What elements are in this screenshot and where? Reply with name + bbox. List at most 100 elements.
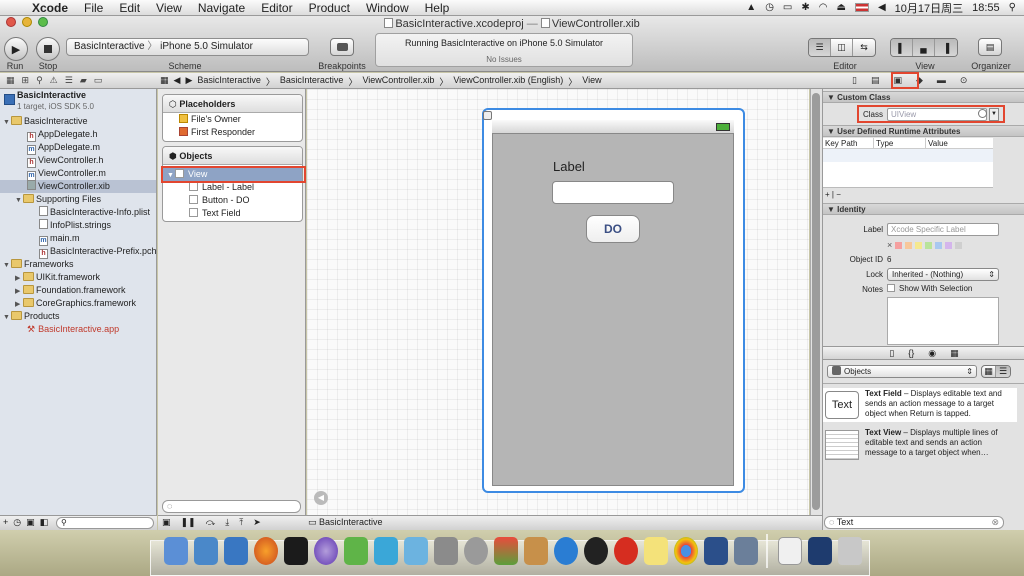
outline-toggle-icon[interactable]: ◀ bbox=[314, 491, 328, 505]
outline-filter-input[interactable]: ◌ bbox=[162, 500, 301, 513]
show-with-selection[interactable]: Show With Selection bbox=[887, 284, 972, 293]
chrome-icon[interactable] bbox=[674, 537, 698, 565]
time-machine-icon[interactable]: ◷ bbox=[765, 2, 774, 14]
close-window-button[interactable] bbox=[6, 17, 16, 27]
outline-item-label[interactable]: Label - Label bbox=[163, 181, 302, 194]
file-inspector-icon[interactable]: ▯ bbox=[852, 75, 857, 86]
iphone-view[interactable] bbox=[492, 120, 734, 486]
list-item[interactable]: ▶ CoreGraphics.framework bbox=[0, 297, 156, 310]
canvas-scroll-thumb[interactable] bbox=[812, 93, 820, 510]
ui-do-button[interactable]: DO bbox=[586, 215, 640, 243]
view-close-handle[interactable] bbox=[483, 111, 492, 120]
project-navigator-icon[interactable]: ▦ bbox=[6, 75, 15, 86]
menubar-time[interactable]: 18:55 bbox=[972, 2, 1000, 14]
list-item[interactable]: m main.m bbox=[0, 232, 156, 246]
color-swatch[interactable] bbox=[895, 241, 903, 249]
identity-inspector-icon[interactable]: ▣ bbox=[893, 75, 902, 86]
list-item[interactable]: m AppDelegate.m bbox=[0, 141, 156, 155]
activity-monitor-icon[interactable] bbox=[704, 537, 728, 565]
show-with-selection-checkbox[interactable] bbox=[887, 284, 895, 292]
organizer-button[interactable]: ▤ bbox=[978, 38, 1002, 56]
outline-item-first-responder[interactable]: First Responder bbox=[163, 126, 302, 139]
breakpoints-button[interactable] bbox=[330, 38, 354, 56]
minimize-window-button[interactable] bbox=[22, 17, 32, 27]
list-item[interactable]: BasicInteractive-Info.plist bbox=[0, 206, 156, 219]
list-item[interactable]: h AppDelegate.h bbox=[0, 128, 156, 142]
document-icon[interactable] bbox=[778, 537, 802, 565]
runtime-attributes-header[interactable]: ▼ User Defined Runtime Attributes bbox=[823, 125, 1024, 137]
version-editor-icon[interactable]: ⇆ bbox=[853, 39, 875, 56]
lock-popup[interactable]: Inherited - (Nothing) ⇕ bbox=[887, 268, 999, 281]
list-item[interactable]: m ViewController.m bbox=[0, 167, 156, 181]
outline-item-view[interactable]: ▼ View bbox=[163, 168, 302, 181]
identity-header[interactable]: ▼ Identity bbox=[823, 203, 1024, 215]
outline-item-textfield[interactable]: Text Field bbox=[163, 207, 302, 220]
related-items-icon[interactable]: ▦ bbox=[160, 75, 169, 88]
assistant-editor-icon[interactable]: ◫ bbox=[831, 39, 853, 56]
color-swatch[interactable] bbox=[955, 241, 963, 249]
terminal-icon[interactable] bbox=[284, 537, 308, 565]
ui-label[interactable]: Label bbox=[553, 159, 585, 174]
remove-icon[interactable]: − bbox=[836, 190, 841, 199]
list-view-icon[interactable]: ☰ bbox=[996, 366, 1010, 377]
volume-icon[interactable]: ◀ bbox=[878, 2, 886, 14]
breadcrumb-item[interactable]: ViewController.xib bbox=[362, 75, 434, 88]
scheme-popup[interactable]: BasicInteractive 〉 iPhone 5.0 Simulator bbox=[66, 38, 309, 56]
navigator-search-input[interactable]: ⚲ bbox=[56, 517, 154, 529]
bell-icon[interactable]: ▲ bbox=[746, 2, 756, 14]
debug-navigator-icon[interactable]: ☰ bbox=[65, 75, 73, 86]
eclipse-icon[interactable] bbox=[314, 537, 338, 565]
size-inspector-icon[interactable]: ▬ bbox=[937, 75, 946, 86]
notes-textarea[interactable] bbox=[887, 297, 999, 345]
list-item-selected[interactable]: ViewController.xib bbox=[0, 180, 156, 193]
hide-debug-icon[interactable]: ▣ bbox=[162, 517, 171, 528]
library-filter-input[interactable]: ◌ Text ⊗ bbox=[824, 516, 1004, 529]
forward-icon[interactable]: ▶ bbox=[185, 75, 192, 88]
opera-icon[interactable] bbox=[614, 537, 638, 565]
issue-navigator-icon[interactable]: ⚠ bbox=[50, 75, 58, 86]
coffee-app-icon[interactable] bbox=[524, 537, 548, 565]
library-item-text-view[interactable]: Text View – Displays multiple lines of e… bbox=[823, 427, 1017, 465]
display-icon[interactable]: ▭ bbox=[783, 2, 792, 14]
icon-view-icon[interactable]: ▦ bbox=[982, 366, 996, 377]
custom-class-header[interactable]: ▼ Custom Class bbox=[823, 91, 1024, 103]
file-template-library-icon[interactable]: ▯ bbox=[889, 347, 894, 359]
breadcrumb-item[interactable]: BasicInteractive bbox=[280, 75, 344, 88]
system-preferences-icon[interactable] bbox=[434, 537, 458, 565]
list-item[interactable]: ▼ Supporting Files bbox=[0, 193, 156, 206]
runtime-attributes-table[interactable]: Key Path Type Value bbox=[823, 138, 993, 188]
color-swatch[interactable] bbox=[935, 241, 943, 249]
list-item[interactable]: ▼ BasicInteractive bbox=[0, 115, 156, 128]
qq-icon[interactable] bbox=[584, 537, 608, 565]
clear-icon[interactable]: ⊗ bbox=[991, 517, 1003, 528]
teamviewer-icon[interactable] bbox=[554, 537, 578, 565]
list-item[interactable]: h ViewController.h bbox=[0, 154, 156, 168]
back-icon[interactable]: ◀ bbox=[174, 75, 181, 88]
spotlight-icon[interactable]: ⚲ bbox=[1009, 2, 1016, 14]
debug-toggle-icon[interactable]: ▄ bbox=[913, 39, 935, 56]
editor-segmented[interactable]: ☰ ◫ ⇆ bbox=[808, 38, 876, 57]
menu-file[interactable]: File bbox=[76, 1, 111, 15]
zoom-window-button[interactable] bbox=[38, 17, 48, 27]
bluetooth-icon[interactable]: ✱ bbox=[801, 2, 809, 14]
standard-editor-icon[interactable]: ☰ bbox=[809, 39, 831, 56]
list-item[interactable]: ▼ Products bbox=[0, 310, 156, 323]
list-item[interactable]: ▶ Foundation.framework bbox=[0, 284, 156, 297]
no-color-icon[interactable]: × bbox=[887, 240, 892, 250]
media-library-icon[interactable]: ▦ bbox=[950, 347, 959, 359]
color-swatch[interactable] bbox=[945, 241, 953, 249]
app-store-icon[interactable] bbox=[224, 537, 248, 565]
breadcrumb-item[interactable]: View bbox=[582, 75, 601, 88]
trash-icon[interactable] bbox=[838, 537, 862, 565]
step-out-icon[interactable]: ⤒ bbox=[239, 517, 243, 528]
notes-app-icon[interactable] bbox=[644, 537, 668, 565]
outline-item-button[interactable]: Button - DO bbox=[163, 194, 302, 207]
list-item[interactable]: ⚒ BasicInteractive.app bbox=[0, 323, 156, 336]
connections-inspector-icon[interactable]: ⊙ bbox=[960, 75, 968, 86]
library-view-mode[interactable]: ▦ ☰ bbox=[981, 365, 1011, 378]
step-into-icon[interactable]: ⤓ bbox=[225, 517, 229, 528]
xcode-icon[interactable] bbox=[194, 537, 218, 565]
menu-window[interactable]: Window bbox=[358, 1, 417, 15]
class-nav-icon[interactable] bbox=[978, 109, 987, 118]
list-item[interactable]: h BasicInteractive-Prefix.pch bbox=[0, 245, 156, 259]
